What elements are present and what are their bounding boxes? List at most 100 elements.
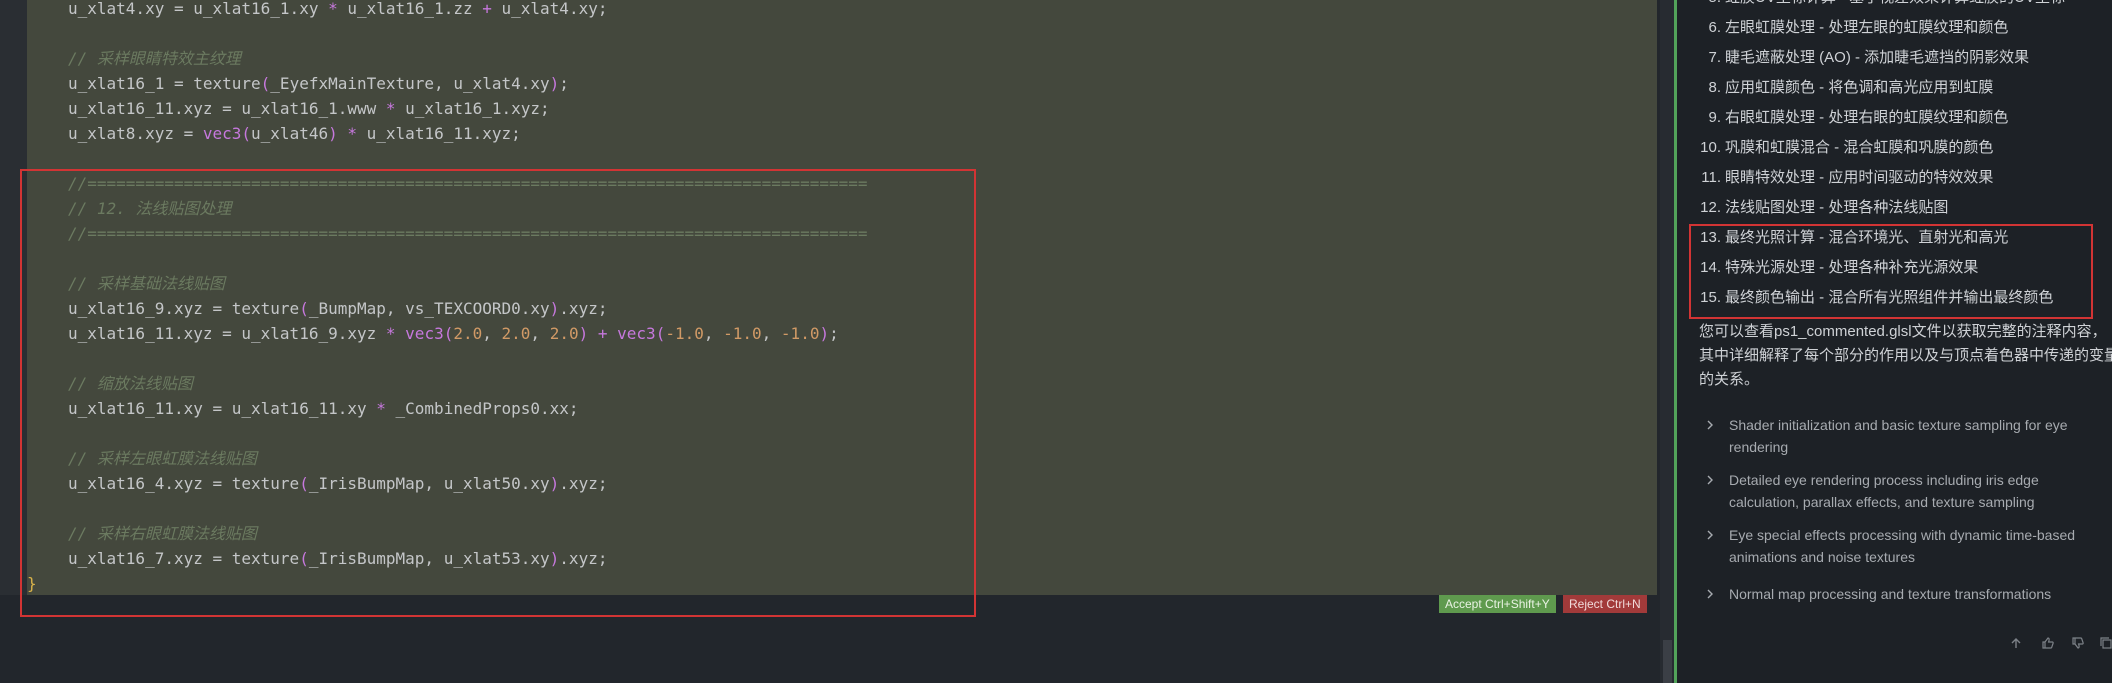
- code-token: _IrisBumpMap, u_xlat50.xy: [308, 474, 550, 493]
- code-line[interactable]: u_xlat4.xy = u_xlat16_1.xy * u_xlat16_1.…: [68, 0, 607, 21]
- code-line[interactable]: // 缩放法线贴图: [68, 371, 193, 396]
- code-token: vec3: [405, 324, 444, 343]
- closing-brace: }: [27, 574, 37, 593]
- code-token: vec3: [202, 124, 242, 143]
- code-token: -1.0: [780, 324, 820, 343]
- code-line[interactable]: //======================================…: [68, 221, 868, 246]
- code-line[interactable]: u_xlat8.xyz = vec3(u_xlat46) * u_xlat16_…: [68, 121, 521, 146]
- code-content[interactable]: u_xlat4.xy = u_xlat16_1.xy * u_xlat16_1.…: [0, 0, 1660, 600]
- step-item: 5. 虹膜UV坐标计算 - 基于视差效果计算虹膜的UV坐标: [1699, 0, 2065, 11]
- collapsible-label: Normal map processing and texture transf…: [1729, 586, 2052, 602]
- collapsible-item[interactable]: Shader initialization and basic texture …: [1705, 414, 2105, 458]
- step-item: 7. 睫毛遮蔽处理 (AO) - 添加睫毛遮挡的阴影效果: [1699, 45, 2029, 71]
- code-token: // 采样基础法线贴图: [68, 274, 225, 293]
- step-item: 14. 特殊光源处理 - 处理各种补充光源效果: [1699, 255, 1978, 281]
- code-token: u_xlat16_1 = texture: [68, 74, 261, 93]
- code-token: u_xlat8.xyz =: [68, 124, 203, 143]
- chevron-right-icon: [1705, 415, 1719, 437]
- code-token: u_xlat16_9.xyz = texture: [68, 299, 300, 318]
- code-token: *: [328, 0, 338, 18]
- code-line[interactable]: //======================================…: [68, 171, 868, 196]
- code-token: u_xlat16_11.xyz;: [357, 124, 521, 143]
- step-text: 右眼虹膜处理 - 处理右眼的虹膜纹理和颜色: [1725, 109, 2009, 126]
- code-token: ): [549, 474, 560, 493]
- editor-scrollbar[interactable]: [1660, 0, 1674, 683]
- code-token: // 缩放法线贴图: [68, 374, 193, 393]
- code-token: (: [241, 124, 252, 143]
- code-line[interactable]: // 12. 法线贴图处理: [68, 196, 231, 221]
- thumbs-down-icon[interactable]: [2069, 636, 2087, 654]
- code-token: *: [347, 124, 358, 143]
- step-text: 虹膜UV坐标计算 - 基于视差效果计算虹膜的UV坐标: [1725, 0, 2065, 6]
- code-token: u_xlat16_4.xyz = texture: [68, 474, 300, 493]
- step-text: 最终颜色输出 - 混合所有光照组件并输出最终颜色: [1725, 289, 2054, 306]
- step-number: 5.: [1699, 0, 1721, 11]
- code-token: _BumpMap, vs_TEXCOORD0.xy: [308, 299, 550, 318]
- chevron-right-icon: [1705, 584, 1719, 606]
- code-line[interactable]: // 采样眼睛特效主纹理: [68, 46, 241, 71]
- code-line[interactable]: u_xlat16_11.xyz = u_xlat16_9.xyz * vec3(…: [68, 321, 839, 346]
- code-token: (: [655, 324, 666, 343]
- code-line[interactable]: u_xlat16_11.xyz = u_xlat16_1.www * u_xla…: [68, 96, 550, 121]
- code-editor[interactable]: u_xlat4.xy = u_xlat16_1.xy * u_xlat16_1.…: [0, 0, 1676, 683]
- collapsible-item[interactable]: Eye special effects processing with dyna…: [1705, 524, 2105, 568]
- code-token: ): [328, 124, 338, 143]
- step-number: 11.: [1701, 169, 1721, 186]
- code-line[interactable]: // 采样基础法线贴图: [68, 271, 225, 296]
- chat-footer: [1677, 630, 2112, 660]
- code-line[interactable]: u_xlat16_4.xyz = texture(_IrisBumpMap, u…: [68, 471, 607, 496]
- thumbs-up-icon[interactable]: [2039, 636, 2057, 654]
- step-text: 法线贴图处理 - 处理各种法线贴图: [1725, 199, 1949, 216]
- code-token: .xyz;: [559, 549, 608, 568]
- code-token: ;: [559, 74, 569, 93]
- step-item: 6. 左眼虹膜处理 - 处理左眼的虹膜纹理和颜色: [1699, 15, 2008, 41]
- code-token: u_xlat16_7.xyz = texture: [68, 549, 300, 568]
- code-token: //======================================…: [68, 224, 868, 243]
- code-line[interactable]: u_xlat16_9.xyz = texture(_BumpMap, vs_TE…: [68, 296, 607, 321]
- step-number: 12.: [1700, 199, 1721, 216]
- code-token: .xyz;: [559, 299, 608, 318]
- code-token: ;: [829, 324, 839, 343]
- code-token: //======================================…: [68, 174, 868, 193]
- code-line[interactable]: // 采样右眼虹膜法线贴图: [68, 521, 257, 546]
- chat-panel: 5. 虹膜UV坐标计算 - 基于视差效果计算虹膜的UV坐标 6.左眼虹膜处理 - 处…: [1677, 0, 2112, 683]
- step-item: 12. 法线贴图处理 - 处理各种法线贴图: [1699, 195, 1948, 221]
- step-number: 10.: [1700, 139, 1721, 156]
- code-token: (: [299, 299, 309, 318]
- step-item: 15. 最终颜色输出 - 混合所有光照组件并输出最终颜色: [1699, 285, 2053, 311]
- code-token: ): [549, 74, 560, 93]
- code-token: u_xlat46: [251, 124, 329, 143]
- code-line[interactable]: u_xlat16_11.xy = u_xlat16_11.xy * _Combi…: [68, 396, 579, 421]
- code-token: u_xlat4.xy = u_xlat16_1.xy: [68, 0, 329, 18]
- code-line[interactable]: // 采样左眼虹膜法线贴图: [68, 446, 257, 471]
- code-token: 2.0: [501, 324, 531, 343]
- reject-button[interactable]: Reject Ctrl+N: [1563, 595, 1647, 613]
- step-item: 11. 眼睛特效处理 - 应用时间驱动的特效效果: [1699, 165, 1993, 191]
- accept-button[interactable]: Accept Ctrl+Shift+Y: [1439, 595, 1556, 613]
- code-token: ): [549, 299, 560, 318]
- code-token: (: [260, 74, 271, 93]
- code-token: u_xlat16_11.xy = u_xlat16_11.xy: [68, 399, 377, 418]
- code-token: u_xlat16_1.xyz;: [395, 99, 550, 118]
- code-token: u_xlat16_11.xyz = u_xlat16_9.xyz: [68, 324, 386, 343]
- collapsible-item[interactable]: Detailed eye rendering process including…: [1705, 469, 2105, 513]
- code-token: 2.0: [453, 324, 483, 343]
- step-text: 睫毛遮蔽处理 (AO) - 添加睫毛遮挡的阴影效果: [1725, 49, 2030, 66]
- step-text: 巩膜和虹膜混合 - 混合虹膜和巩膜的颜色: [1725, 139, 1994, 156]
- step-number: 6.: [1708, 19, 1721, 36]
- code-token: ,: [530, 324, 550, 343]
- copy-icon[interactable]: [2097, 636, 2112, 654]
- code-token: -1.0: [665, 324, 704, 343]
- collapsible-item[interactable]: Normal map processing and texture transf…: [1705, 583, 2105, 605]
- collapsible-label: Eye special effects processing with dyna…: [1729, 527, 2076, 565]
- editor-scroll-thumb[interactable]: [1663, 640, 1672, 683]
- step-item: 13. 最终光照计算 - 混合环境光、直射光和高光: [1699, 225, 2008, 251]
- code-token: -1.0: [723, 324, 762, 343]
- step-item: 8. 应用虹膜颜色 - 将色调和高光应用到虹膜: [1699, 75, 1993, 101]
- code-line[interactable]: u_xlat16_7.xyz = texture(_IrisBumpMap, u…: [68, 546, 607, 571]
- code-token: .xyz;: [559, 474, 608, 493]
- arrow-up-icon[interactable]: [2007, 636, 2025, 654]
- code-line[interactable]: u_xlat16_1 = texture(_EyefxMainTexture, …: [68, 71, 569, 96]
